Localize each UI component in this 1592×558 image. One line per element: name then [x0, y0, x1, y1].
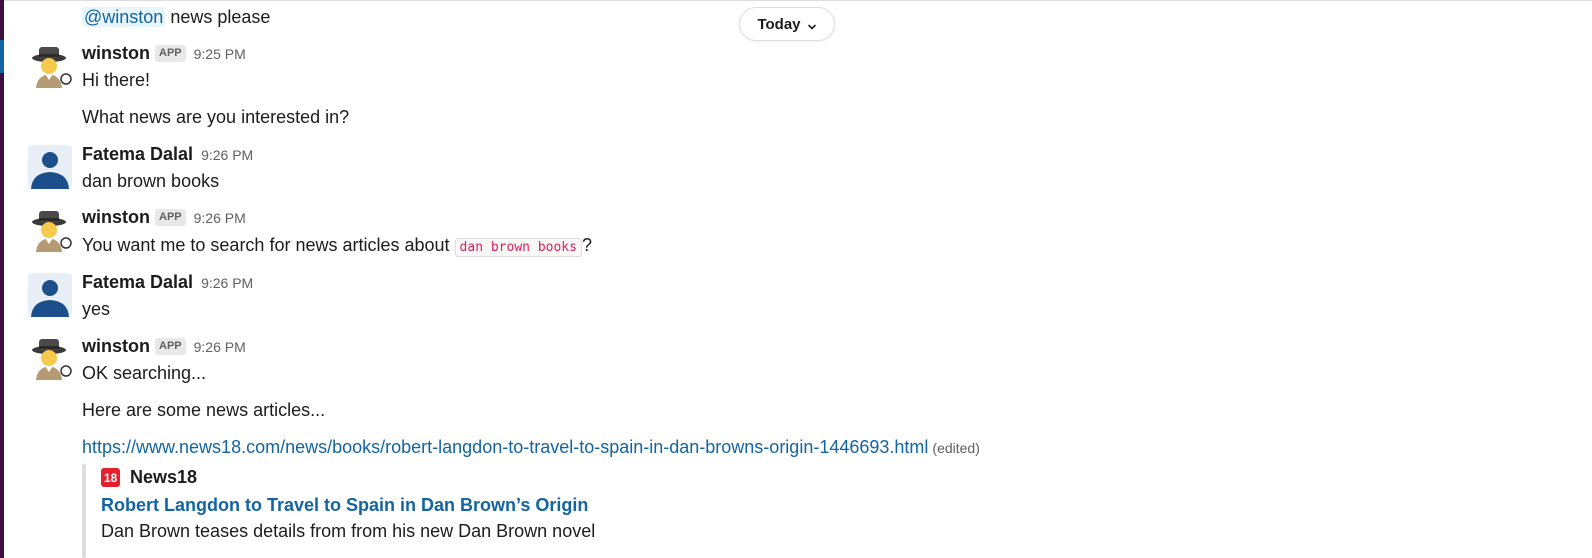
timestamp[interactable]: 9:26 PM — [194, 210, 246, 226]
author-name[interactable]: winston — [82, 43, 150, 64]
message-header: winston APP 9:25 PM — [82, 43, 246, 64]
app-badge: APP — [155, 209, 186, 226]
edited-label: (edited) — [932, 440, 980, 456]
message-text-part: news please — [165, 7, 271, 27]
mention-link[interactable]: @winston — [82, 7, 166, 27]
app-badge: APP — [155, 338, 186, 355]
message-header: winston APP 9:26 PM — [82, 336, 246, 357]
inline-code: dan brown books — [454, 238, 582, 257]
message-text: @winston news please — [82, 5, 270, 29]
detective-avatar-icon[interactable] — [28, 44, 72, 88]
message-text: Here are some news articles... — [82, 400, 326, 420]
timestamp[interactable]: 9:26 PM — [201, 275, 253, 291]
message-text: yes — [82, 299, 111, 319]
timestamp[interactable]: 9:25 PM — [194, 46, 246, 62]
timestamp[interactable]: 9:26 PM — [201, 147, 253, 163]
unfurl-source-name: News18 — [130, 467, 198, 487]
message-text: OK searching... — [82, 363, 207, 383]
message-text: What news are you interested in? — [82, 107, 350, 127]
timestamp[interactable]: 9:26 PM — [194, 339, 246, 355]
message-header: Fatema Dalal 9:26 PM — [82, 144, 253, 165]
message-text: https://www.news18.com/news/books/robert… — [82, 435, 980, 460]
unfurl-bar — [82, 464, 86, 558]
message-text: You want me to search for news articles … — [82, 233, 592, 260]
detective-avatar-icon[interactable] — [28, 336, 72, 380]
author-name[interactable]: winston — [82, 336, 150, 357]
message-text: Hi there! — [82, 70, 151, 90]
unfurl-source: 18 News18 — [101, 467, 197, 488]
message-header: Fatema Dalal 9:26 PM — [82, 272, 253, 293]
article-link[interactable]: https://www.news18.com/news/books/robert… — [82, 437, 928, 457]
message-text-part: You want me to search for news articles … — [82, 235, 455, 255]
message-text-part: ? — [581, 235, 592, 255]
app-badge: APP — [155, 45, 186, 62]
user-avatar-icon[interactable] — [28, 273, 72, 317]
detective-avatar-icon[interactable] — [28, 208, 72, 252]
unread-marker — [0, 40, 4, 73]
author-name[interactable]: Fatema Dalal — [82, 144, 193, 165]
date-divider-button[interactable]: Today — [739, 7, 835, 41]
unfurl-description: Dan Brown teases details from from his n… — [101, 521, 596, 541]
message-text: dan brown books — [82, 171, 220, 191]
author-name[interactable]: winston — [82, 207, 150, 228]
divider-line — [4, 0, 1592, 1]
news18-logo-icon: 18 — [101, 468, 120, 487]
unfurl-title-link[interactable]: Robert Langdon to Travel to Spain in Dan… — [101, 495, 588, 516]
user-avatar-icon[interactable] — [28, 145, 72, 189]
date-label: Today — [757, 15, 801, 33]
chevron-down-icon — [807, 19, 817, 30]
author-name[interactable]: Fatema Dalal — [82, 272, 193, 293]
message-header: winston APP 9:26 PM — [82, 207, 246, 228]
sidebar-edge — [0, 0, 4, 558]
